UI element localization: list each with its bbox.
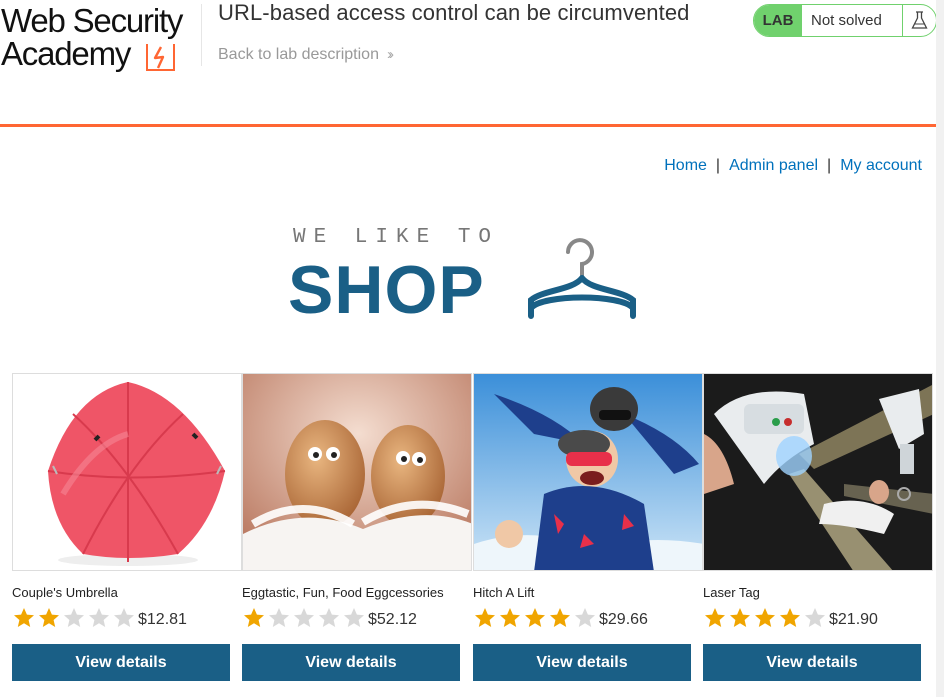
product-card: Couple's Umbrella $12.81 View details (12, 373, 242, 683)
star-filled-icon (475, 608, 495, 627)
product-rating (242, 606, 367, 630)
product-price: $12.81 (138, 611, 187, 628)
nav-separator: | (715, 157, 721, 174)
product-price: $21.90 (829, 611, 878, 628)
header-orange-rule (0, 124, 936, 127)
banner-tagline: WE LIKE TO (293, 226, 500, 249)
star-filled-icon (755, 608, 775, 627)
star-empty-icon (114, 608, 134, 627)
flask-icon (902, 5, 936, 36)
back-to-lab-description-link[interactable]: Back to lab description ›› (218, 46, 394, 64)
product-image-umbrella[interactable] (12, 373, 242, 571)
back-link-label: Back to lab description (218, 46, 379, 63)
view-details-button[interactable]: View details (473, 644, 691, 681)
scrollbar-track[interactable] (936, 0, 944, 697)
lab-header: Web Security Academy URL-based access co… (0, 0, 944, 127)
product-name: Couple's Umbrella (12, 585, 118, 600)
logo-line-1: Web Security (1, 2, 183, 39)
product-card: Laser Tag $21.90 View details (703, 373, 933, 683)
product-rating (703, 606, 828, 630)
product-card: Hitch A Lift $29.66 View details (473, 373, 703, 683)
star-empty-icon (294, 608, 314, 627)
star-filled-icon (780, 608, 800, 627)
star-empty-icon (64, 608, 84, 627)
product-rating (12, 606, 137, 630)
star-filled-icon (525, 608, 545, 627)
product-image-laser-tag[interactable] (703, 373, 933, 571)
star-empty-icon (89, 608, 109, 627)
lab-title: URL-based access control can be circumve… (218, 0, 690, 25)
shop-banner: WE LIKE TO SHOP (288, 222, 648, 332)
double-chevron-right-icon: ›› (386, 46, 394, 63)
product-name: Hitch A Lift (473, 585, 535, 600)
view-details-button[interactable]: View details (703, 644, 921, 681)
view-details-button[interactable]: View details (12, 644, 230, 681)
star-filled-icon (550, 608, 570, 627)
hanger-icon (528, 238, 636, 319)
header-divider (201, 4, 202, 66)
product-image-eggs[interactable] (242, 373, 472, 571)
star-filled-icon (730, 608, 750, 627)
banner-shop-title: SHOP (288, 252, 485, 328)
star-empty-icon (269, 608, 289, 627)
lab-status-text: Not solved (811, 12, 882, 29)
star-empty-icon (575, 608, 595, 627)
product-card: Eggtastic, Fun, Food Eggcessories $52.12… (242, 373, 472, 683)
logo-line-2: Academy (1, 35, 131, 72)
star-filled-icon (705, 608, 725, 627)
nav-admin-panel-link[interactable]: Admin panel (729, 157, 818, 174)
star-filled-icon (500, 608, 520, 627)
nav-home-link[interactable]: Home (664, 157, 707, 174)
logo-bolt-icon (146, 44, 175, 71)
star-filled-icon (39, 608, 59, 627)
star-filled-icon (14, 608, 34, 627)
web-security-academy-logo[interactable]: Web Security Academy (0, 2, 200, 74)
product-price: $29.66 (599, 611, 648, 628)
lab-status-badge: LAB Not solved (753, 4, 937, 37)
star-empty-icon (319, 608, 339, 627)
star-empty-icon (805, 608, 825, 627)
star-filled-icon (244, 608, 264, 627)
nav-my-account-link[interactable]: My account (840, 157, 922, 174)
star-empty-icon (344, 608, 364, 627)
product-image-skydiving[interactable] (473, 373, 703, 571)
product-name: Eggtastic, Fun, Food Eggcessories (242, 585, 444, 600)
view-details-button[interactable]: View details (242, 644, 460, 681)
product-rating (473, 606, 598, 630)
lab-tag: LAB (754, 5, 802, 36)
top-nav: Home | Admin panel | My account (664, 157, 922, 175)
product-price: $52.12 (368, 611, 417, 628)
product-name: Laser Tag (703, 585, 760, 600)
nav-separator: | (827, 157, 832, 174)
product-grid: Couple's Umbrella $12.81 View details Eg… (12, 373, 936, 693)
